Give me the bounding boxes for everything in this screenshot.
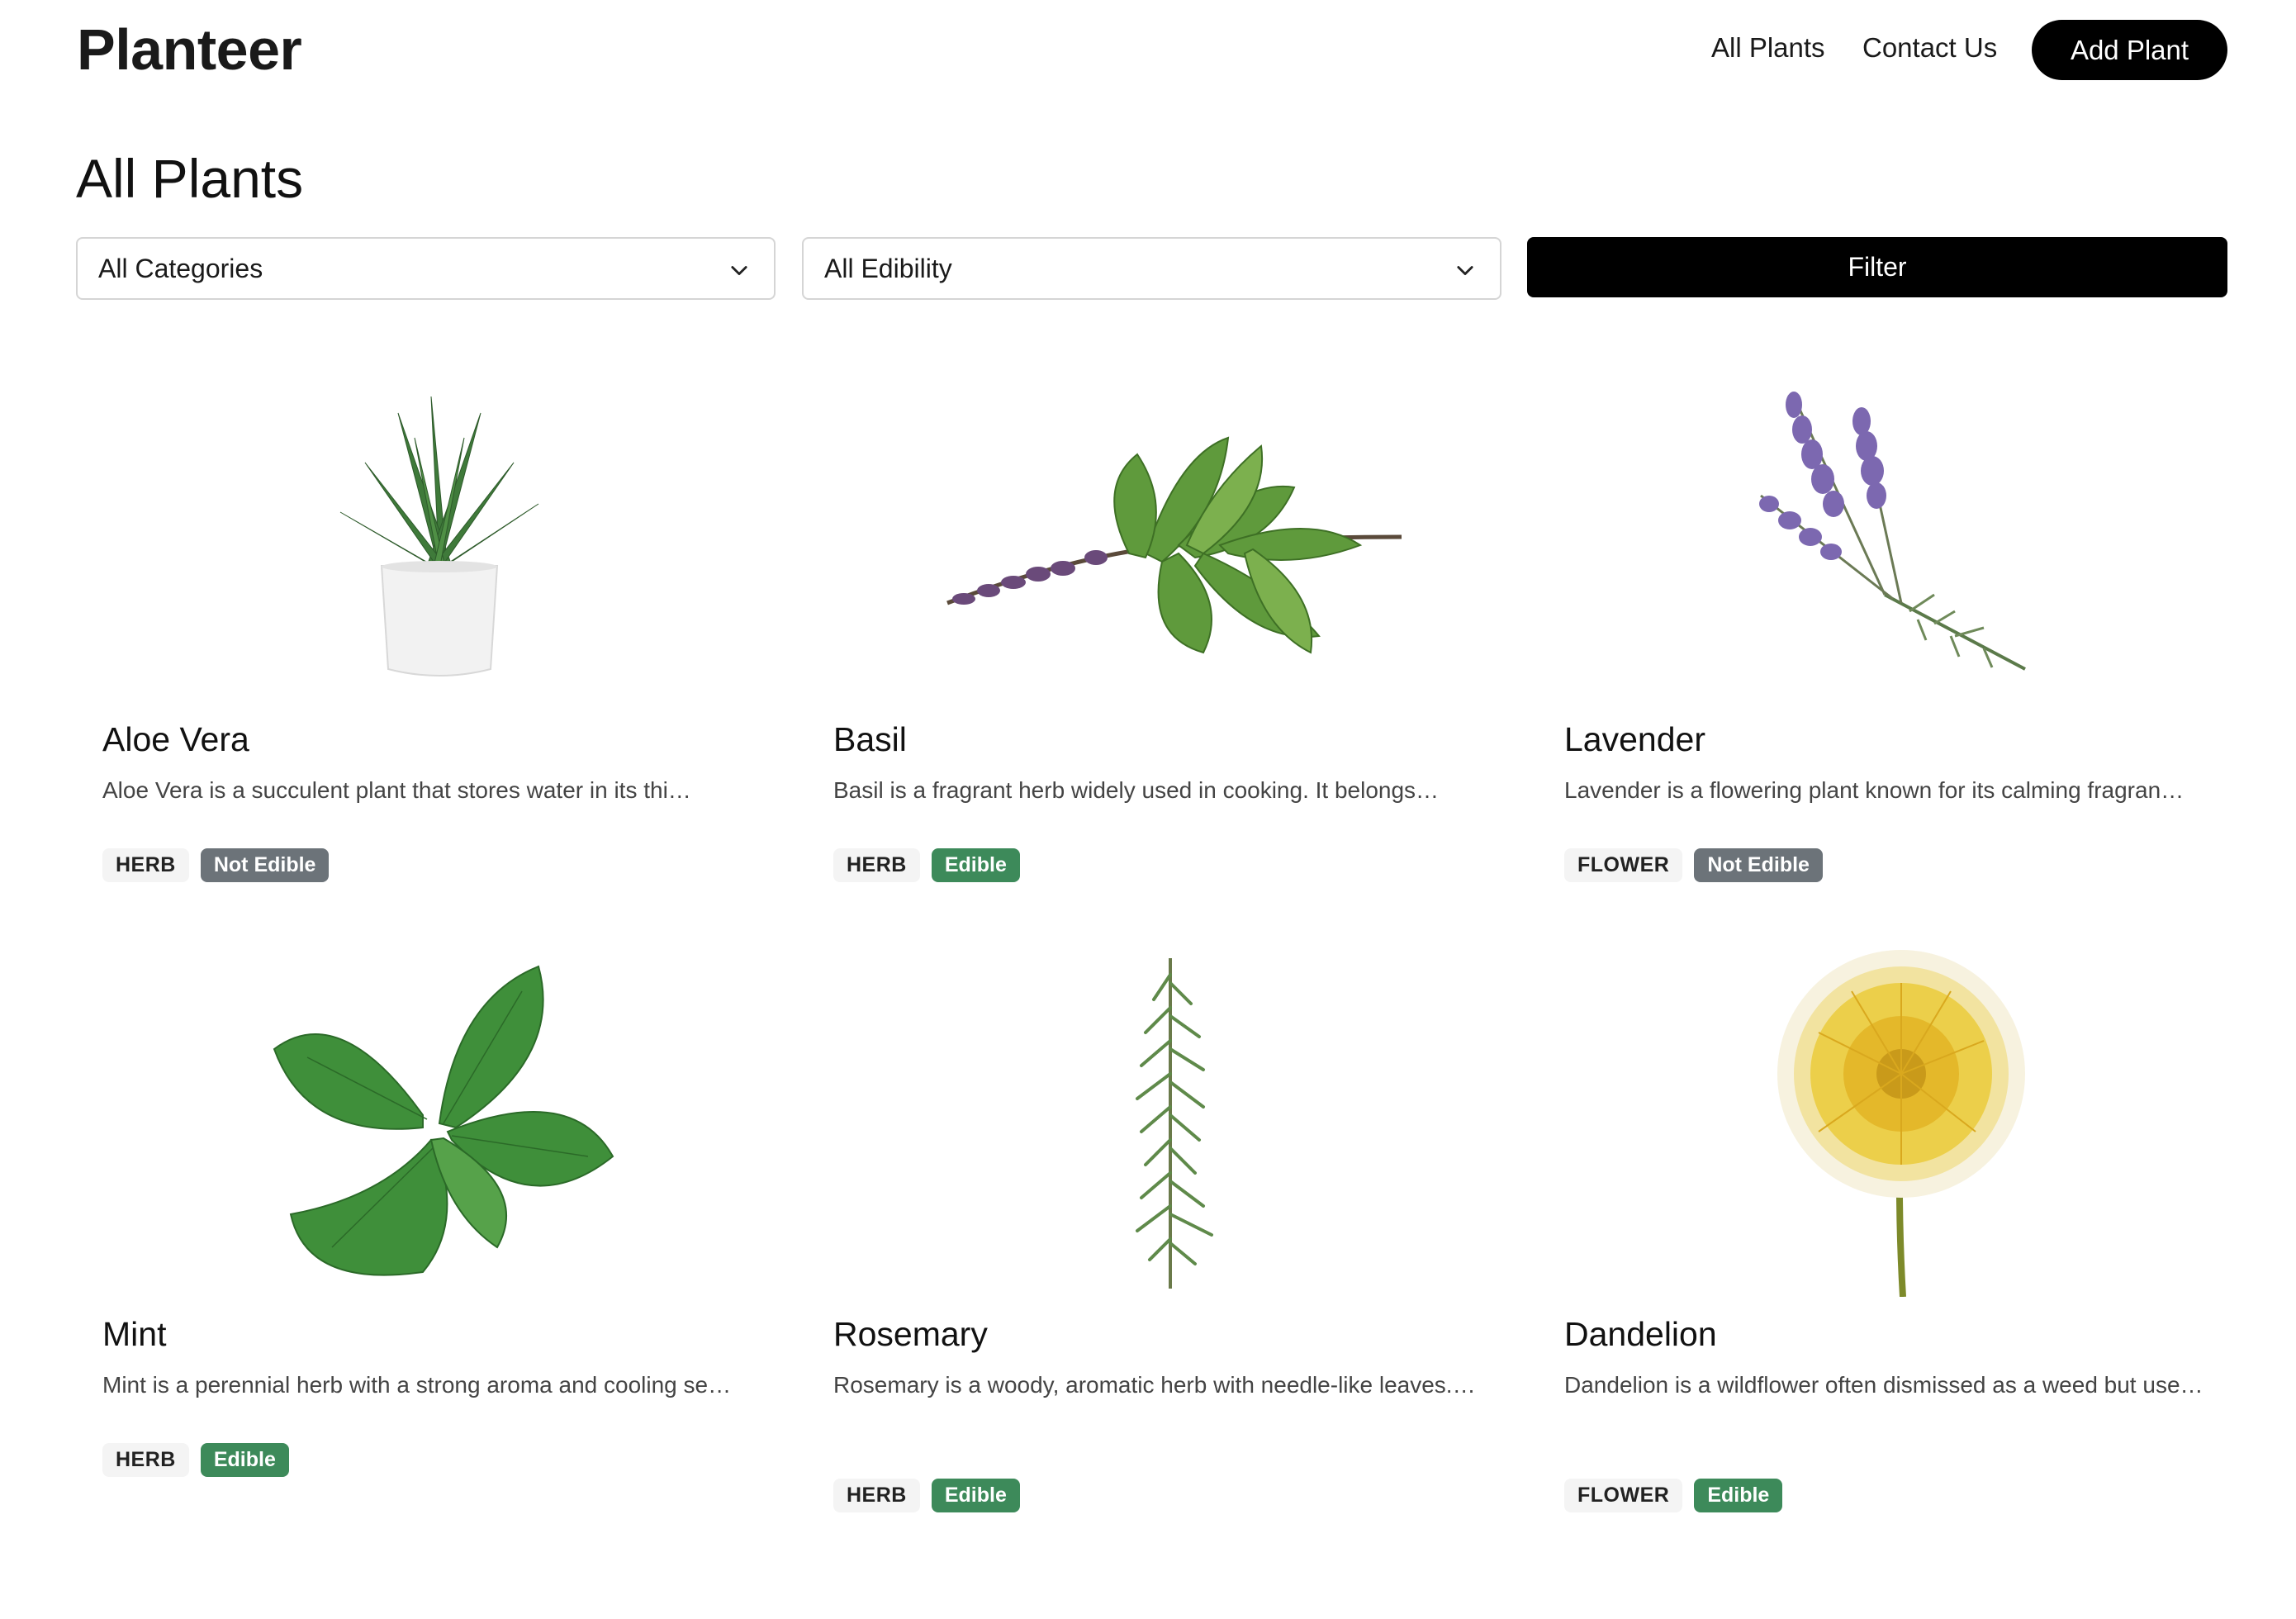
chevron-down-icon [1457, 266, 1473, 276]
edibility-badge: Edible [1694, 1479, 1783, 1512]
plant-image [76, 950, 803, 1297]
category-select[interactable]: All Categories [76, 237, 776, 300]
category-badge: HERB [833, 848, 920, 882]
add-plant-button[interactable]: Add Plant [2032, 20, 2227, 80]
edibility-badge: Edible [931, 1479, 1020, 1512]
nav-all-plants-link[interactable]: All Plants [1711, 30, 1825, 66]
edibility-select-value: All Edibility [824, 253, 952, 283]
aloe-vera-icon [339, 396, 539, 677]
filter-button[interactable]: Filter [1527, 237, 2227, 297]
basil-icon [946, 436, 1402, 654]
plant-image [1538, 950, 2265, 1297]
category-badge: FLOWER [1564, 1479, 1683, 1512]
lavender-icon [1759, 392, 2026, 671]
plant-name: Lavender [1564, 720, 1705, 758]
plant-description: Dandelion is a wildflower often dismisse… [1564, 1372, 2203, 1398]
top-nav-bar: Planteer All Plants Contact Us Add Plant [0, 0, 2296, 107]
category-badge: HERB [102, 1443, 189, 1477]
rosemary-icon [1136, 958, 1213, 1289]
chevron-down-icon [731, 266, 747, 276]
edibility-badge: Not Edible [1694, 848, 1823, 882]
category-badge: HERB [102, 848, 189, 882]
plant-name: Aloe Vera [102, 720, 249, 758]
mint-icon [273, 965, 614, 1276]
plant-description: Mint is a perennial herb with a strong a… [102, 1372, 732, 1398]
plant-name: Rosemary [833, 1315, 988, 1353]
plant-name: Dandelion [1564, 1315, 1717, 1353]
category-select-value: All Categories [98, 253, 263, 283]
plant-name: Basil [833, 720, 907, 758]
plant-image [76, 355, 803, 702]
edibility-badge: Edible [200, 1443, 289, 1477]
edibility-badge: Not Edible [200, 848, 330, 882]
category-badge: FLOWER [1564, 848, 1683, 882]
dandelion-icon [1777, 950, 2025, 1297]
plant-name: Mint [102, 1315, 167, 1353]
category-badge: HERB [833, 1479, 920, 1512]
plant-image [807, 355, 1534, 702]
plant-description: Rosemary is a woody, aromatic herb with … [833, 1372, 1476, 1398]
nav-contact-us-link[interactable]: Contact Us [1862, 30, 1997, 66]
plant-image [807, 950, 1534, 1297]
brand-logo[interactable]: Planteer [77, 15, 302, 84]
plant-description: Aloe Vera is a succulent plant that stor… [102, 777, 691, 803]
page-title: All Plants [76, 148, 304, 209]
plant-description: Lavender is a flowering plant known for … [1564, 777, 2185, 803]
edibility-badge: Edible [931, 848, 1020, 882]
plant-description: Basil is a fragrant herb widely used in … [833, 777, 1440, 803]
edibility-select[interactable]: All Edibility [802, 237, 1501, 300]
plant-image [1538, 355, 2265, 702]
